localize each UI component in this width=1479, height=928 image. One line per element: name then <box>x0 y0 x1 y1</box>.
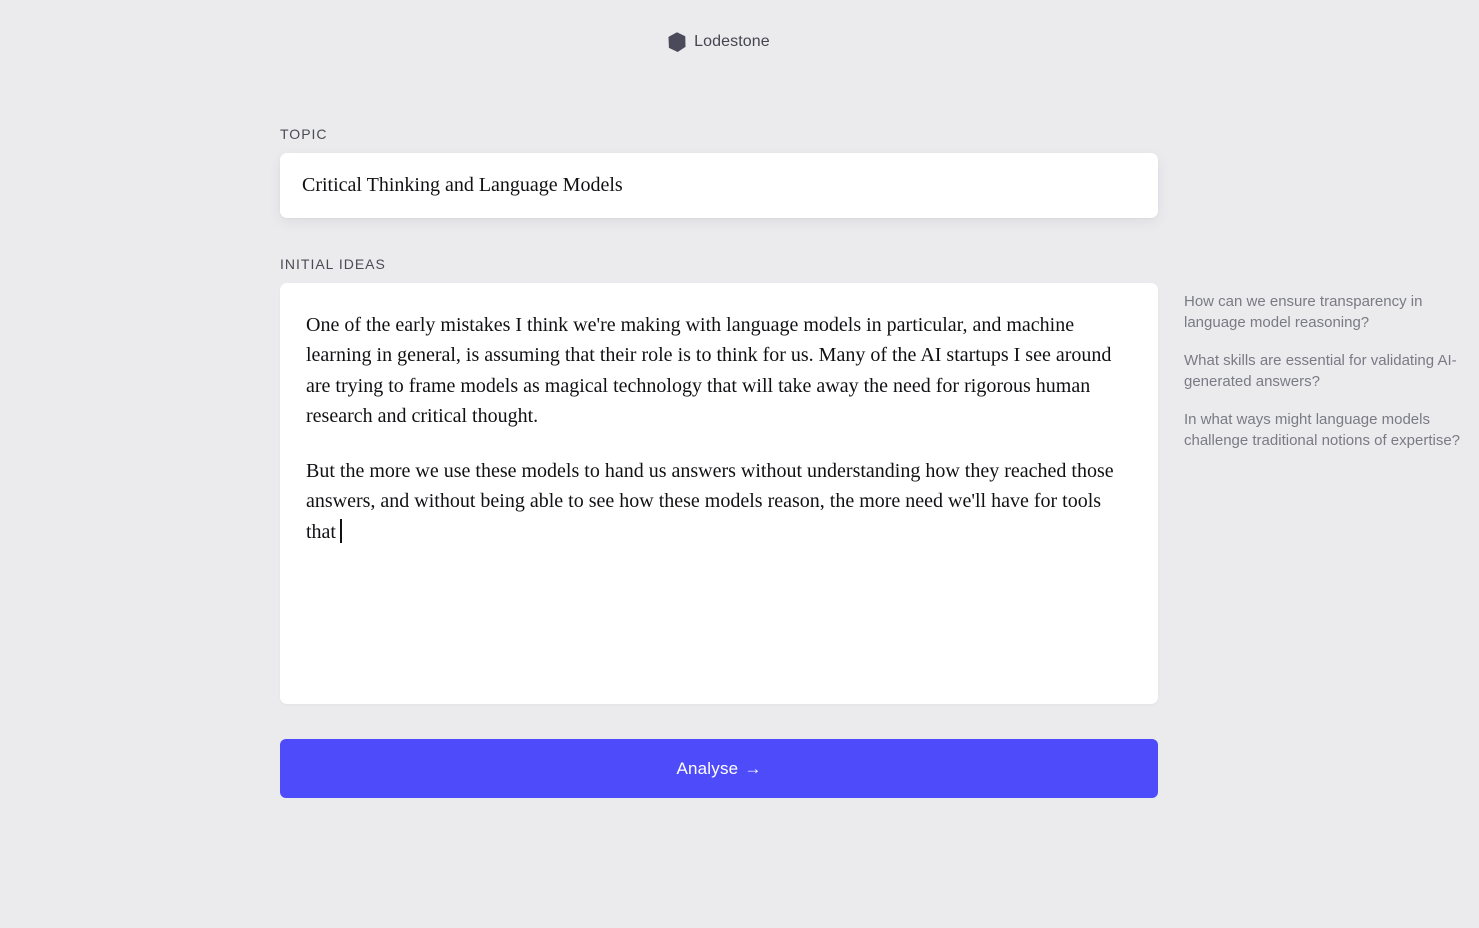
ideas-paragraph-active: But the more we use these models to hand… <box>306 456 1132 547</box>
analyse-button[interactable]: Analyse → <box>280 739 1158 798</box>
topic-value: Critical Thinking and Language Models <box>302 174 623 196</box>
suggestion-item[interactable]: What skills are essential for validating… <box>1184 350 1464 392</box>
suggestion-item[interactable]: In what ways might language models chall… <box>1184 409 1464 451</box>
ideas-paragraph-text: But the more we use these models to hand… <box>306 460 1114 543</box>
text-caret <box>340 518 342 543</box>
topic-label: TOPIC <box>280 126 328 142</box>
brand-header: Lodestone <box>0 32 1438 52</box>
arrow-right-icon: → <box>744 758 762 778</box>
suggestion-item[interactable]: How can we ensure transparency in langua… <box>1184 291 1464 333</box>
ideas-paragraph: One of the early mistakes I think we're … <box>306 314 1112 427</box>
topic-input[interactable]: Critical Thinking and Language Models <box>280 153 1158 218</box>
brand-name: Lodestone <box>694 33 770 50</box>
initial-ideas-label: INITIAL IDEAS <box>280 256 386 272</box>
suggested-questions: How can we ensure transparency in langua… <box>1184 291 1464 468</box>
initial-ideas-textarea[interactable]: One of the early mistakes I think we're … <box>280 283 1158 704</box>
analyse-button-label: Analyse <box>676 758 739 778</box>
hexagon-logo-icon <box>668 32 686 52</box>
